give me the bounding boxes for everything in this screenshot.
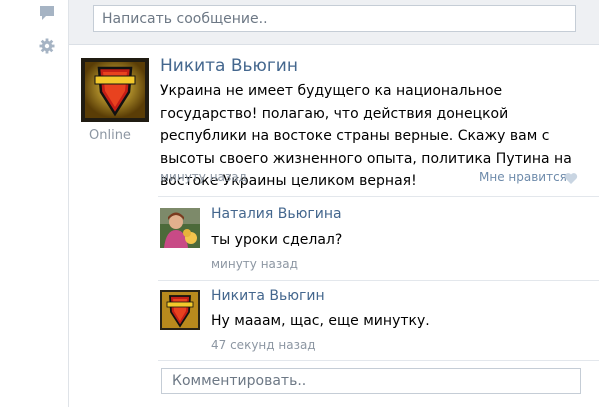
comments-section: Наталия Вьюгина ты уроки сделал? минуту … (158, 196, 599, 407)
comment-timestamp[interactable]: минуту назад (211, 257, 298, 271)
online-status: Online (89, 128, 131, 143)
chat-bubble-icon[interactable] (39, 5, 55, 21)
comment-text: Ну мааам, щас, еще минутку. (211, 313, 430, 329)
comment-text: ты уроки сделал? (211, 232, 343, 248)
like-button[interactable]: Мне нравится (479, 170, 567, 184)
comment-timestamp[interactable]: 47 секунд назад (211, 338, 316, 352)
post-timestamp[interactable]: минуту назад (160, 170, 247, 184)
divider (158, 196, 599, 197)
comment-author-name[interactable]: Никита Вьюгин (211, 288, 325, 304)
new-message-input[interactable]: Написать сообщение.. (93, 5, 576, 32)
wall: Написать сообщение.. Online Никита Вьюги… (69, 0, 599, 407)
divider (158, 280, 599, 281)
composer-bar: Написать сообщение.. (69, 0, 599, 45)
commenter-avatar[interactable] (160, 290, 200, 330)
heart-icon[interactable] (564, 170, 578, 184)
post-author-name[interactable]: Никита Вьюгин (160, 56, 298, 76)
author-avatar[interactable] (81, 58, 149, 122)
left-sidebar (0, 0, 69, 407)
comment-author-name[interactable]: Наталия Вьюгина (211, 206, 342, 222)
comment-input[interactable]: Комментировать.. (161, 368, 581, 394)
commenter-avatar[interactable] (160, 208, 200, 248)
divider (158, 360, 599, 361)
gear-icon[interactable] (39, 38, 55, 54)
